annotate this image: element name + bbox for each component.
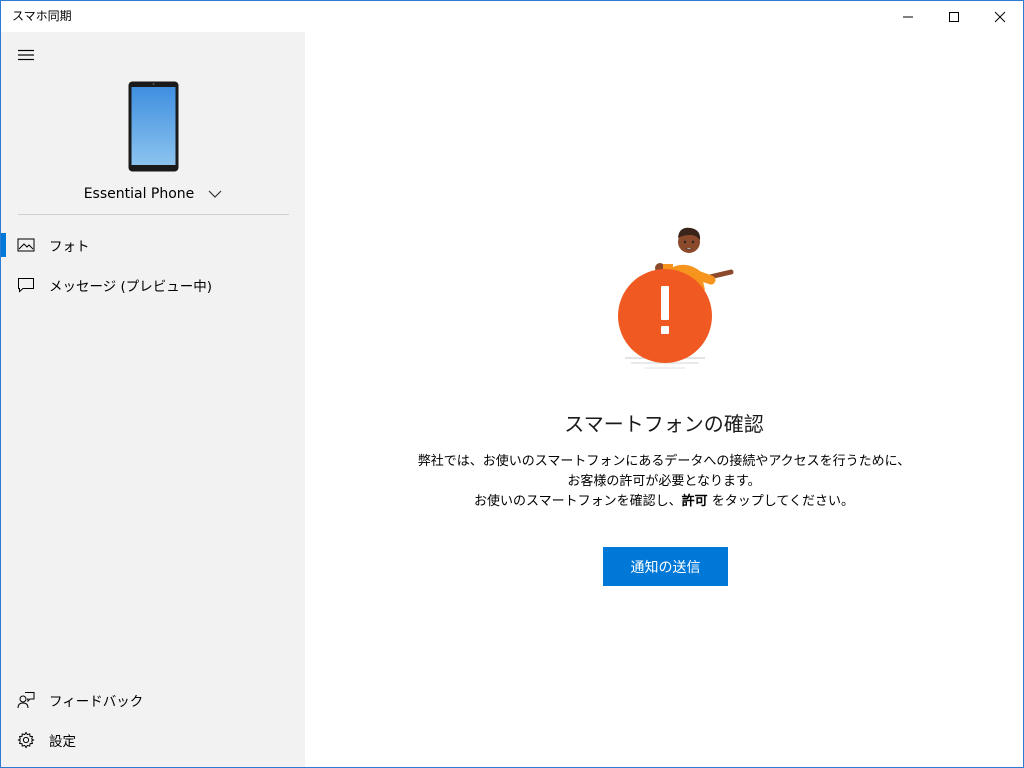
sidebar-item-feedback[interactable]: フィードバック (1, 680, 305, 720)
selected-indicator (1, 233, 6, 257)
gear-icon (17, 731, 35, 749)
minimize-icon (903, 16, 913, 17)
app-window: スマホ同期 Essential Phone フォト メッセージ (プレビュー中)… (0, 0, 1024, 768)
main-content: スマートフォンの確認 弊社では、お使いのスマートフォンにあるデータへの接続やアク… (305, 32, 1023, 767)
hamburger-menu-button[interactable] (12, 44, 40, 66)
photos-icon (17, 236, 35, 254)
page-heading: スマートフォンの確認 (564, 412, 764, 436)
sidebar-item-label: 設定 (49, 734, 76, 750)
description-line-3-pre: お使いのスマートフォンを確認し、 (474, 494, 682, 509)
sidebar-item-label: フィードバック (49, 694, 144, 710)
description-line-3-post: をタップしてください。 (707, 494, 854, 509)
message-icon (17, 276, 35, 294)
sidebar-item-messages[interactable]: メッセージ (プレビュー中) (1, 265, 305, 305)
minimize-button[interactable] (885, 1, 931, 32)
maximize-button[interactable] (931, 1, 977, 32)
sidebar-divider (18, 214, 289, 215)
sidebar-item-photos[interactable]: フォト (1, 225, 305, 265)
hamburger-icon (18, 49, 34, 61)
app-title: スマホ同期 (12, 9, 72, 23)
title-bar: スマホ同期 (1, 1, 1023, 32)
chevron-down-icon (208, 190, 222, 198)
phone-image (128, 81, 179, 172)
description-line-3: お使いのスマートフォンを確認し、許可 をタップしてください。 (305, 492, 1023, 512)
sidebar: Essential Phone フォト メッセージ (プレビュー中) フィードバ… (1, 32, 305, 767)
send-notification-button[interactable]: 通知の送信 (603, 547, 728, 586)
close-icon (994, 11, 1006, 22)
close-button[interactable] (977, 1, 1023, 32)
device-name: Essential Phone (83, 186, 195, 202)
description-line-2: お客様の許可が必要となります。 (567, 474, 761, 489)
permission-description: 弊社では、お使いのスマートフォンにあるデータへの接続やアクセスを行うために、 お… (305, 452, 1023, 512)
feedback-icon (17, 691, 35, 709)
maximize-icon (949, 11, 959, 22)
device-selector[interactable]: Essential Phone (1, 182, 305, 206)
allow-keyword: 許可 (681, 494, 708, 509)
description-line-1: 弊社では、お使いのスマートフォンにあるデータへの接続やアクセスを行うために、 (417, 454, 911, 469)
sidebar-item-label: フォト (49, 239, 90, 255)
sidebar-item-label: メッセージ (プレビュー中) (49, 279, 213, 295)
sidebar-item-settings[interactable]: 設定 (1, 720, 305, 760)
alert-person-illustration (618, 227, 734, 369)
